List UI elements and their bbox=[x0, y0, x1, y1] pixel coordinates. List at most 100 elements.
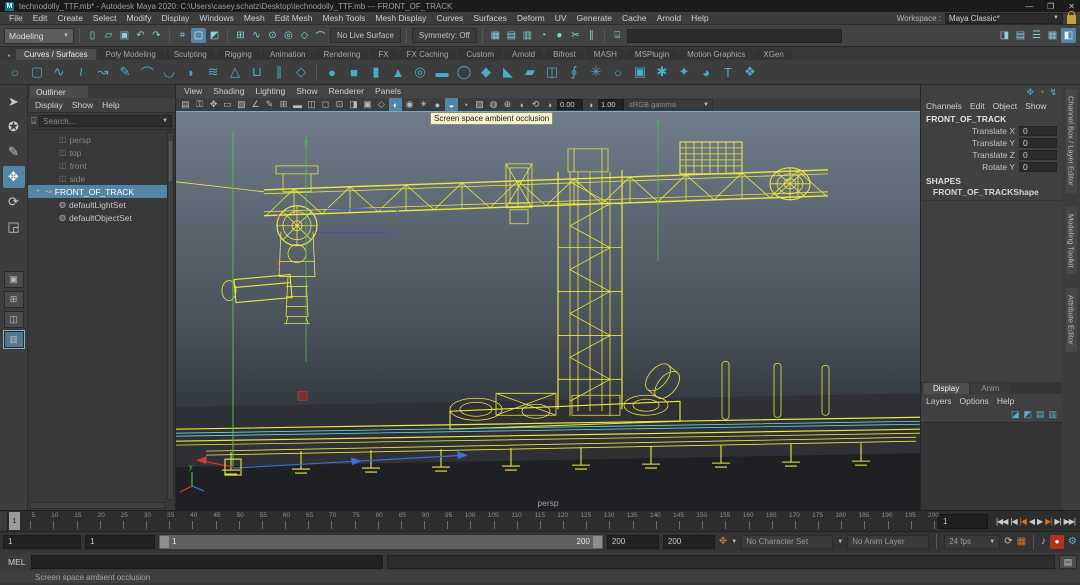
grease-pencil-icon[interactable]: ✎ bbox=[263, 98, 276, 111]
show-manipulators-icon[interactable]: ✥ bbox=[1026, 87, 1034, 98]
wireframe-icon[interactable]: ◇ bbox=[375, 98, 388, 111]
select-hierarchy-icon[interactable]: ⌗ bbox=[175, 28, 190, 43]
outliner-item[interactable]: ◫ front bbox=[28, 159, 167, 172]
two-d-pan-zoom-icon[interactable]: ∠ bbox=[249, 98, 262, 111]
launch-arnold-icon[interactable]: ● bbox=[552, 28, 567, 43]
select-tool[interactable]: ➤ bbox=[3, 91, 25, 113]
outliner-item[interactable]: ◫ top bbox=[28, 146, 167, 159]
super-ellipse-icon[interactable]: ▣ bbox=[630, 62, 650, 82]
safe-title-icon[interactable]: ▣ bbox=[361, 98, 374, 111]
bezier-curve-icon[interactable]: ↝ bbox=[93, 62, 113, 82]
film-gate-icon[interactable]: ▬ bbox=[291, 98, 304, 111]
gamma-icon[interactable]: ◑ bbox=[584, 98, 597, 111]
time-slider-grip[interactable] bbox=[0, 511, 8, 531]
playback-start-field[interactable]: 1 bbox=[85, 535, 155, 549]
paint-select-tool[interactable]: ✎ bbox=[3, 141, 25, 163]
menu-item[interactable]: Display bbox=[157, 13, 195, 23]
nurbs-square-icon[interactable]: ▢ bbox=[27, 62, 47, 82]
cut-icon[interactable]: ✂ bbox=[568, 28, 583, 43]
menu-item[interactable]: File bbox=[4, 13, 28, 23]
ep-curve-icon[interactable]: ≀ bbox=[71, 62, 91, 82]
menu-item[interactable]: Mesh Tools bbox=[318, 13, 371, 23]
speed-control-icon[interactable]: ◔ bbox=[1039, 87, 1044, 98]
type-tool-icon[interactable]: T bbox=[718, 62, 738, 82]
poly-plane-icon[interactable]: ▬ bbox=[432, 62, 452, 82]
playback-end-field[interactable]: 200 bbox=[607, 535, 659, 549]
character-set-select[interactable]: No Character Set bbox=[741, 535, 833, 549]
colorspace-select[interactable]: sRGB gamma▼ bbox=[625, 99, 713, 110]
sculpt-tool-icon[interactable]: ◕ bbox=[696, 62, 716, 82]
platonic-solid-icon[interactable]: ◆ bbox=[476, 62, 496, 82]
poly-torus-icon[interactable]: ◎ bbox=[410, 62, 430, 82]
tool-settings-toggle-icon[interactable]: ▤ bbox=[1013, 28, 1028, 43]
poly-soccer-ball-icon[interactable]: ○ bbox=[608, 62, 628, 82]
exposure-icon[interactable]: ◑ bbox=[543, 98, 556, 111]
attribute-value-field[interactable]: 0 bbox=[1019, 150, 1057, 160]
outliner-item[interactable]: ◍ defaultLightSet bbox=[28, 198, 167, 211]
menu-item[interactable]: Arnold bbox=[652, 13, 687, 23]
move-layer-up-icon[interactable]: ◪ bbox=[1011, 409, 1020, 420]
menu-item[interactable]: Mesh Display bbox=[370, 13, 431, 23]
minimize-button[interactable]: — bbox=[1025, 2, 1033, 11]
poly-sphere-icon[interactable]: ● bbox=[322, 62, 342, 82]
menu-item[interactable]: Generate bbox=[572, 13, 617, 23]
snap-point-icon[interactable]: ⊙ bbox=[265, 28, 280, 43]
shelf-tab[interactable]: FX bbox=[370, 49, 396, 60]
live-surface-field[interactable]: No Live Surface bbox=[330, 28, 401, 43]
layer-menu-item[interactable]: Layers bbox=[926, 396, 952, 406]
outliner-title[interactable]: Outliner bbox=[30, 86, 88, 98]
two-point-arc-icon[interactable]: ◡ bbox=[159, 62, 179, 82]
joints-xray-icon[interactable]: ⟲ bbox=[529, 98, 542, 111]
show-input-icon[interactable]: ⌸ bbox=[610, 28, 625, 43]
shelf-tab[interactable]: Custom bbox=[458, 49, 502, 60]
cv-curve-icon[interactable]: ∿ bbox=[49, 62, 69, 82]
poly-cube-icon[interactable]: ■ bbox=[344, 62, 364, 82]
gamma-field[interactable]: 1.00 bbox=[598, 99, 624, 110]
outliner-item[interactable]: + ↝ FRONT_OF_TRACK bbox=[28, 185, 167, 198]
workspace-lock-icon[interactable] bbox=[1067, 15, 1076, 24]
revolve-icon[interactable]: ◗ bbox=[181, 62, 201, 82]
viewport-menu-item[interactable]: Shading bbox=[213, 86, 244, 96]
layer-list[interactable] bbox=[921, 422, 1062, 510]
shelf-tab[interactable]: Animation bbox=[262, 49, 314, 60]
ipr-render-icon[interactable]: ▤ bbox=[504, 28, 519, 43]
command-language-toggle[interactable]: MEL bbox=[3, 557, 27, 567]
poly-cone-icon[interactable]: ▲ bbox=[388, 62, 408, 82]
boundary-icon[interactable]: ◇ bbox=[291, 62, 311, 82]
expand-toggle[interactable]: + bbox=[34, 188, 42, 195]
mute-audio-icon[interactable]: ♪ bbox=[1041, 536, 1046, 547]
viewport-menu-item[interactable]: Show bbox=[296, 86, 317, 96]
shelf-tab[interactable]: Bifrost bbox=[545, 49, 584, 60]
render-icon[interactable]: ▦ bbox=[488, 28, 503, 43]
attribute-value-field[interactable]: 0 bbox=[1019, 138, 1057, 148]
layer-editor-toggle-icon[interactable]: ▦ bbox=[1045, 28, 1060, 43]
viewport-menu-item[interactable]: Lighting bbox=[255, 86, 285, 96]
chevron-down-icon[interactable]: ▼ bbox=[731, 539, 737, 545]
move-tool[interactable]: ✥ bbox=[3, 166, 25, 188]
display-render-icon[interactable]: ◔ bbox=[536, 28, 551, 43]
poly-pipe-icon[interactable]: ◫ bbox=[542, 62, 562, 82]
make-live-icon[interactable]: ⌒ bbox=[313, 28, 328, 43]
animation-preferences-icon[interactable]: ⚙ bbox=[1068, 536, 1077, 547]
save-scene-icon[interactable]: ▣ bbox=[117, 28, 132, 43]
motion-blur-icon[interactable]: ◔ bbox=[459, 98, 472, 111]
menu-item[interactable]: Windows bbox=[194, 13, 238, 23]
close-button[interactable]: ✕ bbox=[1068, 2, 1075, 11]
maximize-button[interactable]: ❐ bbox=[1047, 2, 1054, 11]
viewport-canvas[interactable]: Screen space ambient occlusion bbox=[176, 111, 920, 510]
screen-space-ao-icon[interactable]: ◒ bbox=[445, 98, 458, 111]
quick-input-field[interactable] bbox=[627, 29, 842, 43]
shelf-tab[interactable]: Curves / Surfaces bbox=[16, 49, 96, 60]
outliner-persp-layout-button[interactable]: ▥ bbox=[4, 331, 24, 348]
grid-icon[interactable]: ⊞ bbox=[277, 98, 290, 111]
channel-box-menu-item[interactable]: Channels bbox=[926, 101, 962, 111]
select-component-icon[interactable]: ◩ bbox=[207, 28, 222, 43]
go-to-end-button[interactable]: ▶▶| bbox=[1064, 517, 1075, 526]
menu-item[interactable]: Edit Mesh bbox=[270, 13, 318, 23]
new-empty-layer-icon[interactable]: ▤ bbox=[1036, 409, 1045, 420]
shaded-icon[interactable]: ◐ bbox=[389, 98, 402, 111]
shelf-tab[interactable]: XGen bbox=[755, 49, 791, 60]
shelf-tab[interactable]: Arnold bbox=[504, 49, 543, 60]
shelf-tab[interactable]: Motion Graphics bbox=[679, 49, 753, 60]
workspace-select[interactable]: Maya Classic*▼ bbox=[945, 13, 1063, 24]
